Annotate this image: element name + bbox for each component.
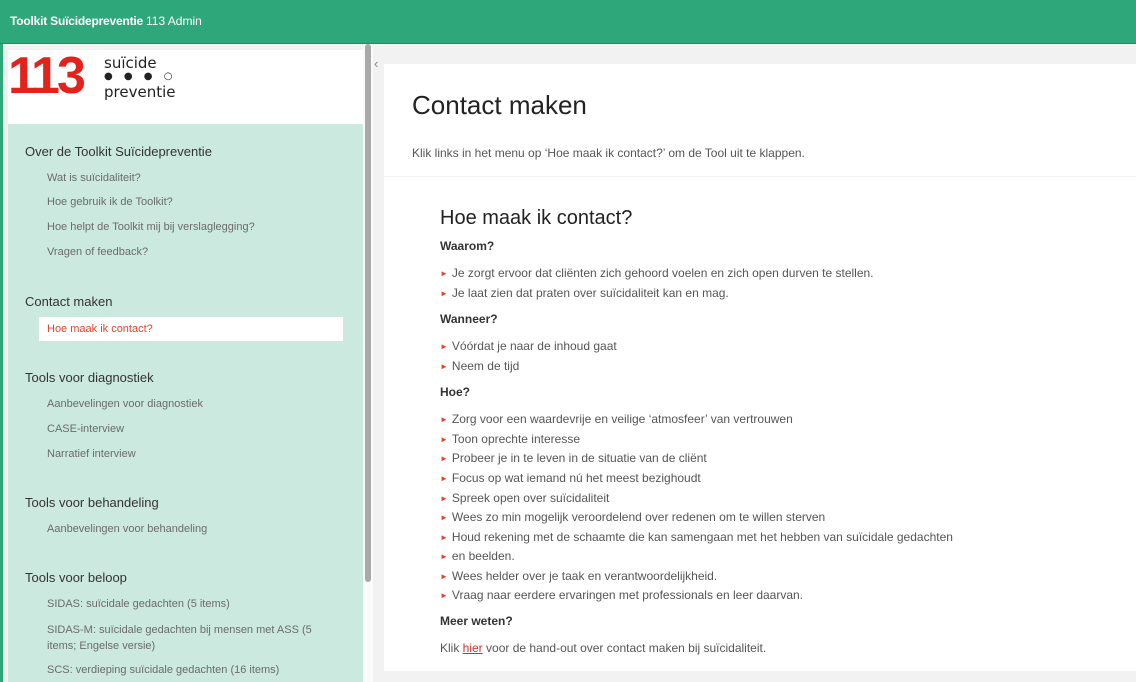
list-item: ► Focus op wat iemand nú het meest bezigh… [440,471,701,485]
list-item-text: en beelden. [451,549,515,563]
list-item-text: Neem de tijd [451,359,520,373]
page-title: Contact maken [412,90,587,120]
sidebar-section-over[interactable]: Over de Toolkit Suïcidepreventie [25,144,212,159]
page-intro: Klik links in het menu op ‘Hoe maak ik c… [412,146,805,160]
list-item-text: Zorg voor een waardevrije en veilige ‘at… [451,412,793,426]
list-item-text: Wees helder over je taak en verantwoorde… [451,569,718,583]
sidebar-scrollbar-thumb[interactable] [365,44,371,582]
sidebar-section-beloop[interactable]: Tools voor beloop [25,570,127,585]
sidebar-item-verslaglegging[interactable]: Hoe helpt de Toolkit mij bij verslaglegg… [47,219,255,235]
bullet-arrow-icon: ► [440,454,448,463]
list-item-text: Je laat zien dat praten over suïcidalite… [451,286,729,300]
bullet-arrow-icon: ► [440,362,448,371]
handout-suffix: voor de hand-out over contact maken bij … [482,641,767,655]
list-item-text: Je zorgt ervoor dat cliënten zich gehoor… [451,266,874,280]
sidebar-item-hoe-gebruik[interactable]: Hoe gebruik ik de Toolkit? [47,194,173,210]
sidebar-item-hoe-maak-ik-contact[interactable]: Hoe maak ik contact? [39,317,343,341]
sidebar-section-diagnostiek[interactable]: Tools voor diagnostiek [25,370,154,385]
list-item: ► Spreek open over suïcidaliteit [440,491,609,505]
bullet-arrow-icon: ► [440,435,448,444]
bullet-arrow-icon: ► [440,533,448,542]
left-frame-border [0,44,3,682]
list-item-text: Vóórdat je naar de inhoud gaat [451,339,617,353]
list-item: ► Wees helder over je taak en verantwoord… [440,569,717,583]
list-item: ► Probeer je in te leven in de situatie v… [440,451,707,465]
list-item-text: Houd rekening met de schaamte die kan sa… [451,530,953,544]
heading-meer-weten: Meer weten? [440,614,513,628]
logo-dots: ● ● ● ○ [104,71,177,82]
list-item-text: Spreek open over suïcidaliteit [451,491,610,505]
sidebar-item-scs[interactable]: SCS: verdieping suïcidale gedachten (16 … [47,662,279,678]
list-item: ► Je laat zien dat praten over suïcidalit… [440,286,729,300]
list-item: ► Vraag naar eerdere ervaringen met profe… [440,588,803,602]
sidebar-item-aanbevelingen-diagnostiek[interactable]: Aanbevelingen voor diagnostiek [47,396,203,412]
page-header: Contact maken Klik links in het menu op … [384,64,1136,176]
bullet-arrow-icon: ► [440,342,448,351]
sidebar-item-wat-is-suicidaliteit[interactable]: Wat is suïcidaliteit? [47,170,141,186]
sidebar-item-narratief-interview[interactable]: Narratief interview [47,446,136,462]
list-item: ► Zorg voor een waardevrije en veilige ‘a… [440,412,793,426]
bullet-arrow-icon: ► [440,415,448,424]
sidebar-item-case-interview[interactable]: CASE-interview [47,421,124,437]
list-item-text: Toon oprechte interesse [451,432,581,446]
sidebar-section-behandeling[interactable]: Tools voor behandeling [25,495,159,510]
collapse-chevron-icon[interactable]: ‹ [374,56,378,71]
list-item-text: Probeer je in te leven in de situatie va… [451,451,707,465]
heading-wanneer: Wanneer? [440,312,498,326]
handout-prefix: Klik [440,641,463,655]
bullet-arrow-icon: ► [440,552,448,561]
handout-paragraph: Klik hier voor de hand-out over contact … [440,641,766,655]
sidebar-section-contact[interactable]: Contact maken [25,294,112,309]
list-item: ► Houd rekening met de schaamte die kan s… [440,530,953,544]
list-item-text: Wees zo min mogelijk veroordelend over r… [451,510,826,524]
bullet-arrow-icon: ► [440,269,448,278]
sidebar-menu: Over de Toolkit Suïcidepreventie Wat is … [8,124,363,682]
tool-content: Hoe maak ik contact? Waarom? ► Je zorgt e… [384,177,1136,671]
sidebar-item-aanbevelingen-behandeling[interactable]: Aanbevelingen voor behandeling [47,521,207,537]
sidebar-item-feedback[interactable]: Vragen of feedback? [47,244,148,260]
list-item: ► en beelden. [440,549,515,563]
sidebar-item-label: Hoe maak ik contact? [47,323,153,335]
sidebar-item-sidas[interactable]: SIDAS: suïcidale gedachten (5 items) [47,596,230,612]
bullet-arrow-icon: ► [440,289,448,298]
bullet-arrow-icon: ► [440,474,448,483]
heading-hoe: Hoe? [440,385,470,399]
list-item: ► Je zorgt ervoor dat cliënten zich gehoo… [440,266,874,280]
admin-link[interactable]: 113 Admin [146,14,202,28]
bullet-arrow-icon: ► [440,494,448,503]
bullet-arrow-icon: ► [440,513,448,522]
logo-word-preventie: preventie [104,83,176,101]
logo-word-suicide: suïcide [104,54,157,72]
list-item-text: Focus op wat iemand nú het meest bezigho… [451,471,701,485]
sidebar-item-sidas-m[interactable]: SIDAS-M: suïcidale gedachten bij mensen … [47,622,312,638]
list-item: ► Vóórdat je naar de inhoud gaat [440,339,617,353]
list-item: ► Wees zo min mogelijk veroordelend over … [440,510,825,524]
top-bar: Toolkit Suïcidepreventie 113 Admin [0,0,1136,44]
logo-number: 113 [8,47,86,105]
list-item-text: Vraag naar eerdere ervaringen met profes… [451,588,804,602]
tool-title: Hoe maak ik contact? [440,207,633,229]
bullet-arrow-icon: ► [440,591,448,600]
list-item: ► Toon oprechte interesse [440,432,580,446]
handout-link[interactable]: hier [463,641,483,655]
site-title-link[interactable]: Toolkit Suïcidepreventie [10,14,143,28]
list-item: ► Neem de tijd [440,359,519,373]
heading-waarom: Waarom? [440,239,495,253]
bullet-arrow-icon: ► [440,572,448,581]
logo[interactable]: 113 suïcide ● ● ● ○ preventie [8,50,363,124]
sidebar-item-sidas-m-cont[interactable]: items; Engelse versie) [47,638,155,654]
